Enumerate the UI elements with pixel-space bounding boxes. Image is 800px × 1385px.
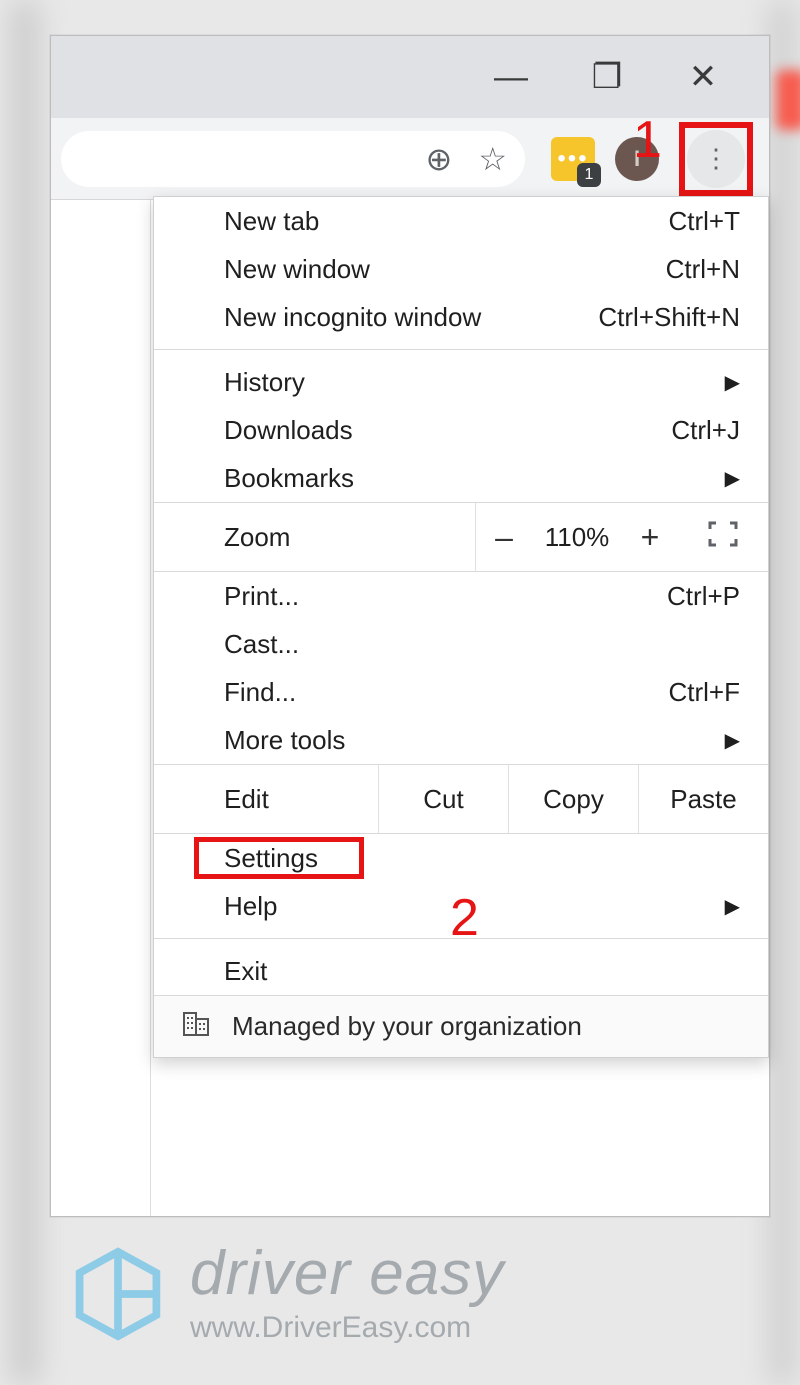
zoom-indicator-icon[interactable]: ⊕ (426, 140, 453, 178)
background-red-accent (776, 70, 800, 130)
menu-label: Help (224, 891, 277, 922)
maximize-button[interactable]: ❐ (587, 57, 627, 97)
menu-item-more-tools[interactable]: More tools ▶ (154, 716, 768, 764)
bookmark-star-icon[interactable]: ☆ (478, 140, 507, 178)
submenu-arrow-icon: ▶ (725, 894, 740, 919)
watermark: driver easy www.DriverEasy.com (70, 1243, 504, 1345)
extension-icon[interactable]: ••• 1 (551, 137, 595, 181)
menu-label: Find... (224, 677, 296, 708)
edit-cut-button[interactable]: Cut (378, 765, 508, 833)
menu-label: More tools (224, 725, 345, 756)
menu-shortcut: Ctrl+Shift+N (598, 302, 740, 333)
fullscreen-button[interactable] (678, 521, 768, 554)
edit-label: Edit (154, 765, 378, 833)
vertical-dots-icon: ⋮ (703, 143, 729, 174)
menu-label: New window (224, 254, 370, 285)
managed-label: Managed by your organization (232, 1011, 582, 1042)
menu-item-new-window[interactable]: New window Ctrl+N (154, 245, 768, 293)
submenu-arrow-icon: ▶ (725, 466, 740, 491)
menu-item-bookmarks[interactable]: Bookmarks ▶ (154, 454, 768, 502)
zoom-value: 110% (532, 522, 622, 553)
menu-item-new-tab[interactable]: New tab Ctrl+T (154, 197, 768, 245)
menu-shortcut: Ctrl+T (669, 206, 741, 237)
watermark-logo-icon (70, 1246, 166, 1342)
zoom-in-button[interactable]: + (622, 519, 678, 556)
menu-item-history[interactable]: History ▶ (154, 358, 768, 406)
menu-item-print[interactable]: Print... Ctrl+P (154, 572, 768, 620)
watermark-url: www.DriverEasy.com (190, 1311, 504, 1345)
watermark-text: driver easy www.DriverEasy.com (190, 1243, 504, 1345)
menu-label: New incognito window (224, 302, 481, 333)
menu-managed-notice[interactable]: Managed by your organization (154, 995, 768, 1057)
annotation-number-2: 2 (450, 888, 479, 948)
menu-label: History (224, 367, 305, 398)
menu-item-cast[interactable]: Cast... (154, 620, 768, 668)
menu-item-exit[interactable]: Exit (154, 947, 768, 995)
menu-shortcut: Ctrl+J (671, 415, 740, 446)
menu-item-settings[interactable]: Settings (154, 834, 768, 882)
menu-item-new-incognito[interactable]: New incognito window Ctrl+Shift+N (154, 293, 768, 341)
menu-separator (154, 349, 768, 350)
content-area: New tab Ctrl+T New window Ctrl+N New inc… (51, 200, 769, 1216)
building-icon (182, 1009, 210, 1044)
annotation-step2-highlight (194, 837, 364, 879)
submenu-arrow-icon: ▶ (725, 370, 740, 395)
menu-label: Exit (224, 956, 267, 987)
menu-shortcut: Ctrl+N (666, 254, 740, 285)
menu-item-find[interactable]: Find... Ctrl+F (154, 668, 768, 716)
annotation-number-1: 1 (633, 110, 662, 170)
chrome-menu-button[interactable]: ⋮ (687, 130, 745, 188)
menu-label: New tab (224, 206, 319, 237)
menu-edit-row: Edit Cut Copy Paste (154, 764, 768, 834)
omnibox[interactable]: ⊕ ☆ (61, 131, 525, 187)
menu-item-downloads[interactable]: Downloads Ctrl+J (154, 406, 768, 454)
edit-copy-button[interactable]: Copy (508, 765, 638, 833)
menu-label: Downloads (224, 415, 353, 446)
watermark-brand: driver easy (190, 1243, 504, 1305)
zoom-label: Zoom (154, 503, 476, 571)
annotation-step1-highlight: ⋮ (679, 122, 753, 196)
window-titlebar: — ❐ ✕ (51, 36, 769, 118)
menu-shortcut: Ctrl+P (667, 581, 740, 612)
edit-paste-button[interactable]: Paste (638, 765, 768, 833)
menu-zoom-row: Zoom – 110% + (154, 502, 768, 572)
close-button[interactable]: ✕ (683, 57, 723, 97)
minimize-button[interactable]: — (491, 58, 531, 97)
menu-shortcut: Ctrl+F (669, 677, 741, 708)
menu-label: Print... (224, 581, 299, 612)
fullscreen-icon (708, 521, 738, 547)
page-white-area (51, 200, 151, 1216)
chrome-window: — ❐ ✕ ⊕ ☆ ••• 1 I ⋮ New tab Ctrl+T (50, 35, 770, 1217)
menu-label: Bookmarks (224, 463, 354, 494)
zoom-out-button[interactable]: – (476, 519, 532, 556)
extension-badge-count: 1 (577, 163, 601, 187)
submenu-arrow-icon: ▶ (725, 728, 740, 753)
menu-label: Cast... (224, 629, 299, 660)
